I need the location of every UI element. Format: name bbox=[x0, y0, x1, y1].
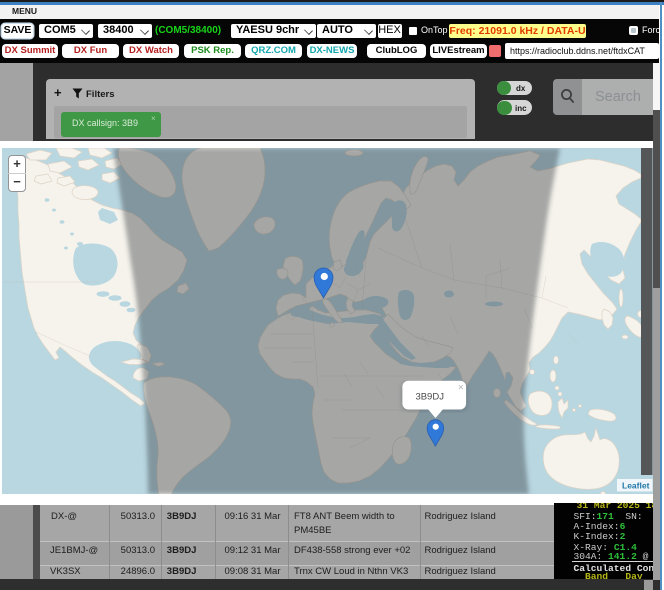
svg-text:×: × bbox=[458, 383, 464, 394]
svg-text:3B9DJ: 3B9DJ bbox=[415, 392, 444, 403]
svg-text:Leaflet: Leaflet bbox=[622, 481, 650, 491]
